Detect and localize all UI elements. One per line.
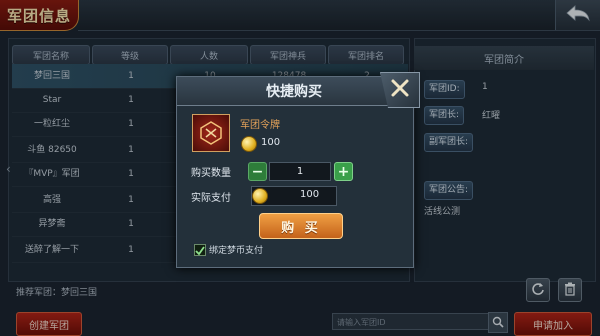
bind-currency-checkbox[interactable] <box>194 244 206 256</box>
bind-currency-label: 绑定梦币支付 <box>209 246 264 256</box>
increase-quantity-button[interactable]: + <box>334 162 353 181</box>
checkmark-icon <box>195 241 205 260</box>
dialog-title: 快捷购买 <box>177 77 411 106</box>
quantity-label: 购买数量 <box>191 168 231 179</box>
coin-icon <box>241 136 257 152</box>
pay-label: 实际支付 <box>191 193 231 204</box>
plus-icon: + <box>337 163 350 180</box>
pay-amount: 100 <box>300 189 320 200</box>
quantity-input[interactable]: 1 <box>269 162 331 181</box>
coin-icon <box>252 188 268 204</box>
decrease-quantity-button[interactable]: − <box>248 162 267 181</box>
unit-price: 100 <box>261 137 281 148</box>
minus-icon: − <box>251 163 264 180</box>
item-name: 军团令牌 <box>240 120 280 131</box>
buy-button[interactable]: 购 买 <box>259 213 343 239</box>
close-icon <box>389 77 411 103</box>
legion-token-icon <box>192 114 230 152</box>
